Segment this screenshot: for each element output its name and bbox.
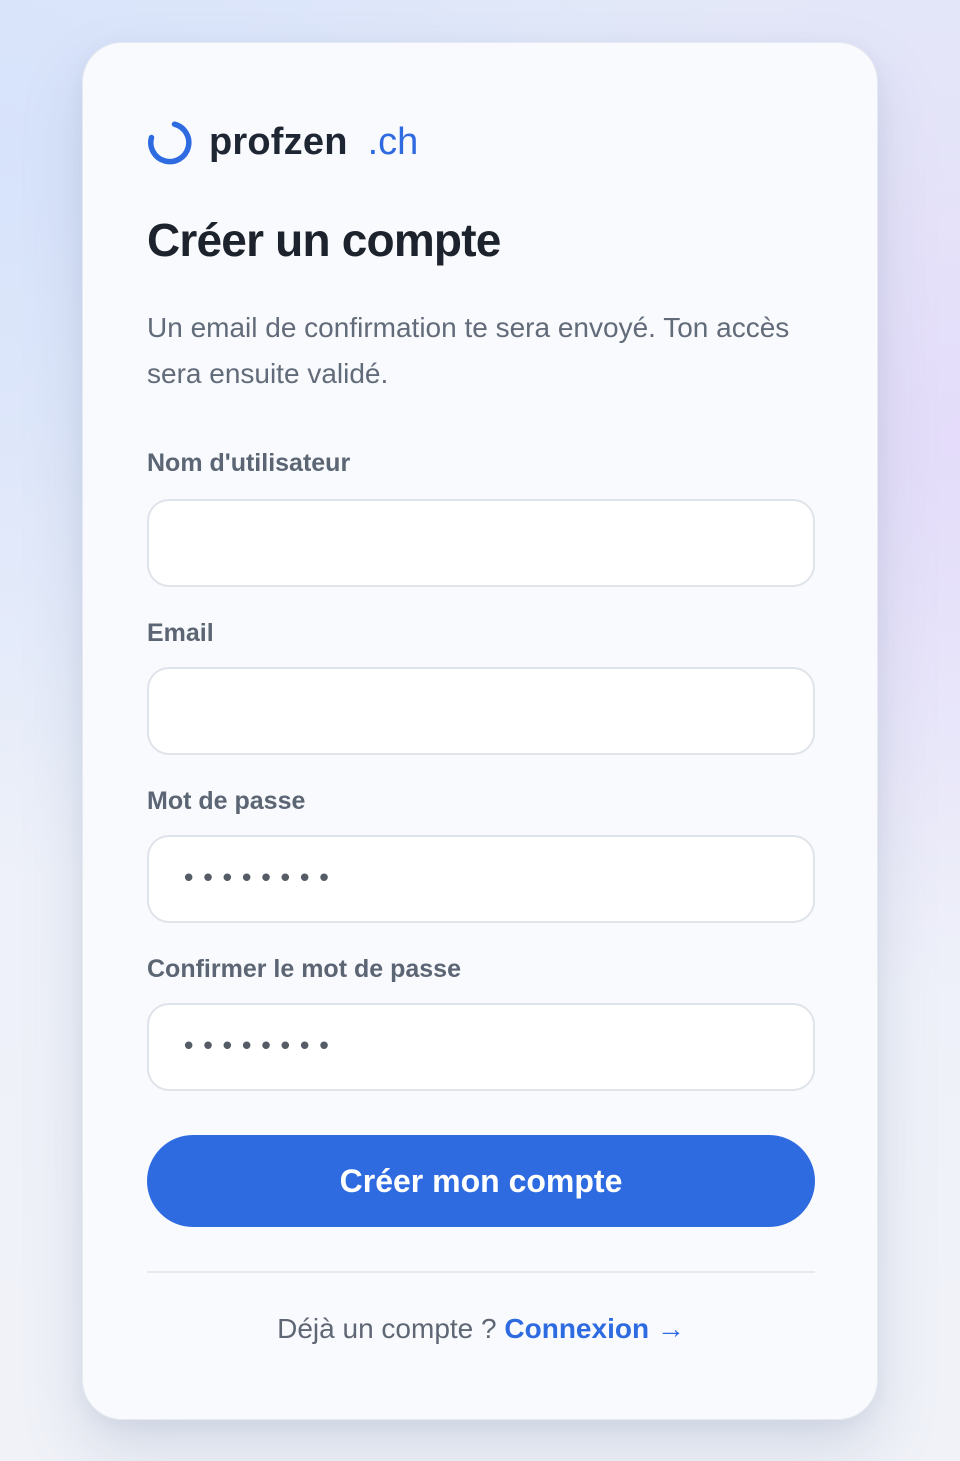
brand-logo[interactable]: profzen .ch bbox=[145, 117, 418, 167]
brand-tld: .ch bbox=[367, 120, 419, 163]
page-subtitle: Un email de confirmation te sera envoyé.… bbox=[147, 312, 790, 389]
confirm-password-input[interactable] bbox=[147, 1003, 815, 1091]
login-prompt: Déjà un compte ? Connexion → bbox=[147, 1313, 815, 1345]
login-prompt-text: Déjà un compte ? bbox=[277, 1313, 497, 1344]
confirm-password-label: Confirmer le mot de passe bbox=[147, 955, 461, 983]
username-label: Nom d'utilisateur bbox=[147, 449, 351, 477]
page-title: Créer un compte bbox=[147, 214, 501, 266]
create-account-button[interactable]: Créer mon compte bbox=[147, 1135, 815, 1227]
password-input[interactable] bbox=[147, 835, 815, 923]
email-label: Email bbox=[147, 619, 214, 647]
divider bbox=[147, 1271, 815, 1273]
email-input[interactable] bbox=[147, 667, 815, 755]
signup-card: profzen .ch Créer un compte Un email de … bbox=[82, 42, 878, 1420]
brand-name: profzen bbox=[209, 120, 348, 163]
password-label: Mot de passe bbox=[147, 787, 306, 815]
loader-ring-icon bbox=[148, 121, 192, 165]
login-link[interactable]: Connexion → bbox=[504, 1313, 684, 1344]
username-input[interactable] bbox=[147, 499, 815, 587]
